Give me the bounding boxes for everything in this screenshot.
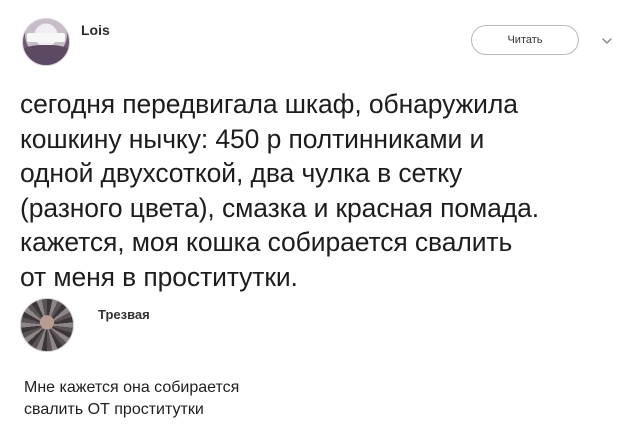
reply-author-name[interactable]: Трезвая bbox=[98, 307, 150, 322]
tweet-post: Lois Читать сегодня передвигала шкаф, об… bbox=[0, 0, 640, 292]
avatar-hair bbox=[23, 45, 69, 65]
tweet-text-line: одной двухсоткой, два чулка в сетку bbox=[20, 158, 463, 188]
tweet-text: сегодня передвигала шкаф, обнаружила кош… bbox=[20, 87, 630, 294]
tweet-text-line: кошкину нычку: 450 р полтинниками и bbox=[20, 123, 485, 154]
tweet-text-line: кажется, моя кошка собирается свалить bbox=[20, 227, 513, 257]
author-name[interactable]: Lois bbox=[81, 22, 110, 38]
chevron-down-icon[interactable] bbox=[600, 34, 614, 48]
reply-text-line: свалить ОТ проститутки bbox=[24, 401, 204, 418]
reply-text-line: Мне кажется она собирается bbox=[24, 379, 240, 396]
tweet-text-line: (разного цвета), смазка и красная помада… bbox=[20, 192, 540, 223]
reply-avatar[interactable] bbox=[20, 298, 74, 352]
tweet-text-line: от меня в проститутки. bbox=[20, 261, 298, 292]
reply-text: Мне кажется она собирается свалить ОТ пр… bbox=[24, 377, 239, 421]
avatar-blur-strip bbox=[27, 33, 65, 42]
follow-button[interactable]: Читать bbox=[471, 25, 579, 55]
reply-comment: Трезвая Мне кажется она собирается свали… bbox=[0, 290, 640, 437]
author-avatar[interactable] bbox=[22, 18, 70, 66]
tweet-text-line: сегодня передвигала шкаф, обнаружила bbox=[20, 89, 518, 119]
